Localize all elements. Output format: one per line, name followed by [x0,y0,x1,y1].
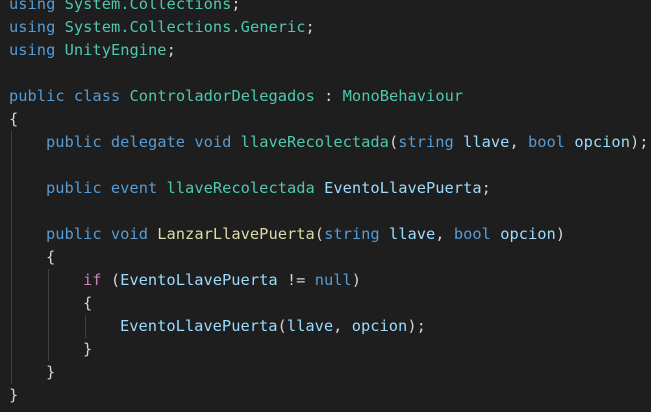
code-token-control: if [83,271,102,289]
code-line[interactable]: { [0,292,651,315]
code-line[interactable]: { [0,108,651,131]
code-token-plain: } [46,363,56,381]
code-line[interactable]: public class ControladorDelegados : Mono… [0,85,651,108]
code-token-plain: ( [314,225,325,243]
code-token-plain: ( [388,133,399,151]
code-token-type: llaveRecolectada [166,179,315,197]
code-token-plain: { [83,294,93,312]
code-line[interactable]: public delegate void llaveRecolectada(st… [0,131,651,154]
code-token-keyword: class [73,87,121,105]
code-token-plain: ; [166,41,176,59]
code-token-parameter: llave [463,133,510,151]
code-line[interactable]: { [0,246,651,269]
code-token-type: UnityEngine [64,41,167,59]
code-token-plain: , [333,317,352,335]
code-token-parameter: opcion [351,317,408,335]
code-token-parameter: opcion [574,133,630,151]
code-token-plain: ( [101,271,121,289]
code-token-parameter: EventoLlavePuerta [120,317,278,335]
code-token-plain: ; [305,18,315,36]
code-token-type: ControladorDelegados [129,87,315,105]
code-token-plain: ); [407,317,426,335]
code-token-plain: , [509,133,528,151]
code-token-plain: ; [481,179,491,197]
code-token-keyword: public [9,87,65,105]
code-token-plain: { [9,110,19,128]
code-token-keyword: public [46,179,102,197]
code-token-function: LanzarLlavePuerta [157,225,315,243]
code-token-parameter: llave [388,225,436,243]
code-token-plain: ) [351,271,362,289]
code-token-keyword: using [9,0,56,13]
code-line[interactable]: using System.Collections; [0,0,651,16]
code-token-parameter: EventoLlavePuerta [324,179,482,197]
code-line[interactable]: } [0,361,651,384]
code-token-plain: ) [555,225,566,243]
code-token-plain: ; [231,0,241,13]
code-token-keyword: bool [528,133,566,151]
code-token-plain: != [277,271,315,289]
code-token-plain: , [435,225,454,243]
code-token-parameter: opcion [500,225,556,243]
code-token-keyword: using [9,41,56,59]
code-token-plain: } [9,386,19,404]
code-token-plain: ( [277,317,287,335]
code-token-type: MonoBehaviour [342,87,464,105]
code-token-type: llaveRecolectada [240,133,389,151]
code-line[interactable]: public event llaveRecolectada EventoLlav… [0,177,651,200]
code-editor[interactable]: using System.Collections; using System.Co… [0,0,651,412]
code-line[interactable]: using System.Collections.Generic; [0,16,651,39]
code-line[interactable] [0,154,651,177]
code-line[interactable]: } [0,338,651,361]
code-token-keyword: void [110,225,148,243]
code-token-keyword: using [9,18,56,36]
code-line[interactable]: public void LanzarLlavePuerta(string lla… [0,223,651,246]
code-token-type: System.Collections [64,0,232,13]
code-token-type: System.Collections.Generic [64,18,306,36]
code-line[interactable]: EventoLlavePuerta(llave, opcion); [0,315,651,338]
code-token-keyword: public [46,225,102,243]
code-token-plain: { [46,248,56,266]
code-token-keyword: delegate [110,133,186,151]
code-line[interactable]: if (EventoLlavePuerta != null) [0,269,651,292]
code-line[interactable]: using UnityEngine; [0,39,651,62]
code-token-parameter: EventoLlavePuerta [120,271,278,289]
code-line[interactable]: } [0,384,651,407]
code-token-keyword: bool [453,225,491,243]
code-token-keyword: null [314,271,352,289]
code-token-keyword: event [110,179,158,197]
code-token-parameter: llave [286,317,334,335]
code-token-keyword: string [324,225,380,243]
code-token-plain: } [83,340,93,358]
code-token-keyword: void [194,133,232,151]
code-token-plain: : [314,87,343,105]
code-token-keyword: public [46,133,102,151]
code-line[interactable] [0,200,651,223]
code-token-keyword: string [398,133,454,151]
code-token-plain: ); [629,133,649,151]
code-line[interactable] [0,62,651,85]
